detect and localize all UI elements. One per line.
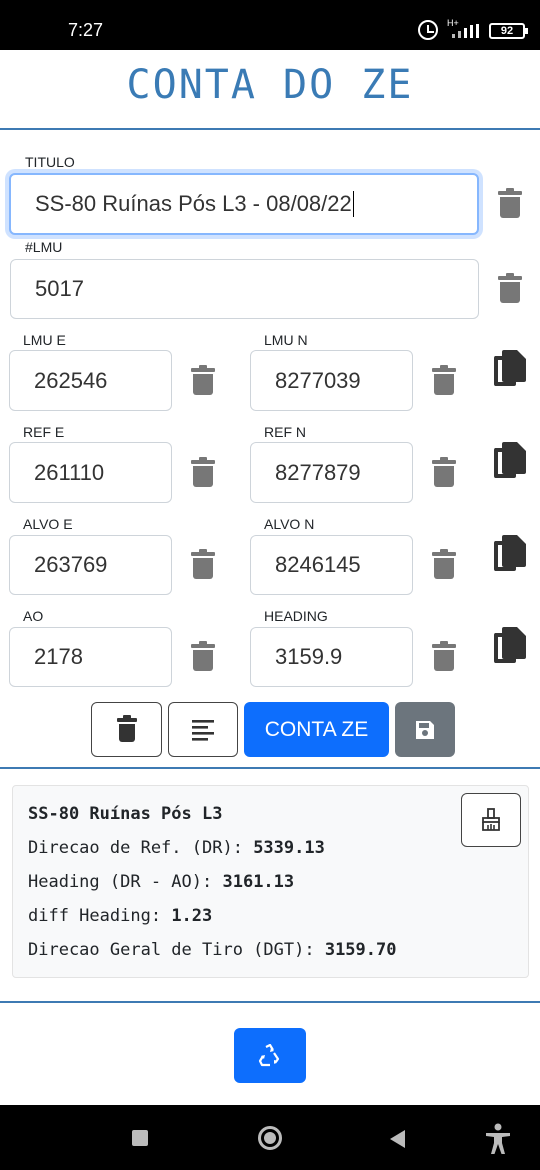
home-icon[interactable] [258,1126,282,1150]
trash-icon[interactable] [191,457,215,487]
result-row: diff Heading: 1.23 [28,906,212,926]
trash-icon[interactable] [432,549,456,579]
back-icon[interactable] [390,1130,405,1148]
result-row-value: 1.23 [171,906,213,926]
recents-icon[interactable] [132,1130,148,1146]
copy-icon[interactable] [494,442,526,480]
ref-e-input[interactable]: 261110 [9,442,172,503]
ao-label: AO [23,608,44,624]
trash-icon [115,714,139,745]
trash-icon[interactable] [191,641,215,671]
result-row: Direcao Geral de Tiro (DGT): 3159.70 [28,940,396,960]
lmu-n-value: 8277039 [275,367,361,393]
ref-n-input[interactable]: 8277879 [250,442,413,503]
lmu-e-value: 262546 [34,367,108,393]
trash-icon[interactable] [191,365,215,395]
reset-button[interactable] [234,1028,306,1083]
ao-input[interactable]: 2178 [9,627,172,687]
lmu-value: 5017 [35,276,84,301]
lmu-e-input[interactable]: 262546 [9,350,172,411]
trash-icon[interactable] [432,457,456,487]
system-nav-bar [0,1105,540,1170]
ref-e-value: 261110 [34,459,105,485]
ref-n-value: 8277879 [275,459,361,485]
status-time: 7:27 [68,20,104,40]
alvo-e-label: ALVO E [23,516,73,532]
trash-icon[interactable] [432,641,456,671]
result-row: Heading (DR - AO): 3161.13 [28,872,294,892]
result-row: Direcao de Ref. (DR): 5339.13 [28,838,325,858]
conta-ze-button[interactable]: CONTA ZE [244,702,389,757]
clear-all-button[interactable] [91,702,162,757]
titulo-input[interactable]: SS-80 Ruínas Pós L3 - 08/08/22 [9,173,479,235]
trash-icon[interactable] [432,365,456,395]
ao-value: 2178 [34,644,83,669]
result-title: SS-80 Ruínas Pós L3 [28,804,223,824]
alvo-n-label: ALVO N [264,516,315,532]
app-header: CONTA DO ZE [0,50,540,130]
heading-value: 3159.9 [275,644,343,669]
recycle-icon [258,1043,280,1066]
result-row-value: 5339.13 [253,838,325,858]
titulo-value: SS-80 Ruínas Pós L3 - 08/08/22 [35,191,352,216]
align-icon [192,719,214,741]
alvo-n-value: 8246145 [275,552,361,577]
result-row-value: 3159.70 [324,940,397,960]
divider [0,767,540,769]
ref-n-label: REF N [264,424,306,440]
clear-result-button[interactable] [461,793,521,847]
save-button[interactable] [395,702,455,757]
battery-indicator: 92 [489,23,528,39]
lmu-input[interactable]: 5017 [10,259,479,319]
alvo-e-input[interactable]: 263769 [9,535,172,595]
lmu-n-label: LMU N [264,332,308,348]
result-row-label: Heading (DR - AO): [28,872,213,892]
trash-icon[interactable] [498,273,522,303]
alvo-e-value: 263769 [34,552,108,577]
heading-label: HEADING [264,608,328,624]
result-row-label: Direcao Geral de Tiro (DGT): [28,940,315,960]
trash-icon[interactable] [498,188,522,218]
result-row-value: 3161.13 [222,872,295,892]
format-button[interactable] [168,702,238,757]
heading-input[interactable]: 3159.9 [250,627,413,687]
alvo-n-input[interactable]: 8246145 [250,535,413,595]
signal-icon [452,24,482,38]
broom-icon [482,808,500,831]
accessibility-icon[interactable] [484,1123,512,1155]
divider [0,1001,540,1003]
copy-icon[interactable] [494,535,526,573]
ref-e-label: REF E [23,424,65,440]
copy-icon[interactable] [494,627,526,665]
status-bar: 7:27 H+ 92 [0,0,540,50]
trash-icon[interactable] [191,549,215,579]
save-icon [416,720,434,739]
lmu-label: #LMU [25,239,63,255]
result-row-label: diff Heading: [28,906,162,926]
titulo-label: TITULO [25,154,75,170]
text-caret [352,191,354,217]
result-card: SS-80 Ruínas Pós L3 Direcao de Ref. (DR)… [12,785,529,978]
alarm-icon [418,20,438,40]
page-title: CONTA DO ZE [126,62,414,108]
result-row-label: Direcao de Ref. (DR): [28,838,243,858]
copy-icon[interactable] [494,350,526,388]
lmu-e-label: LMU E [23,332,66,348]
lmu-n-input[interactable]: 8277039 [250,350,413,411]
